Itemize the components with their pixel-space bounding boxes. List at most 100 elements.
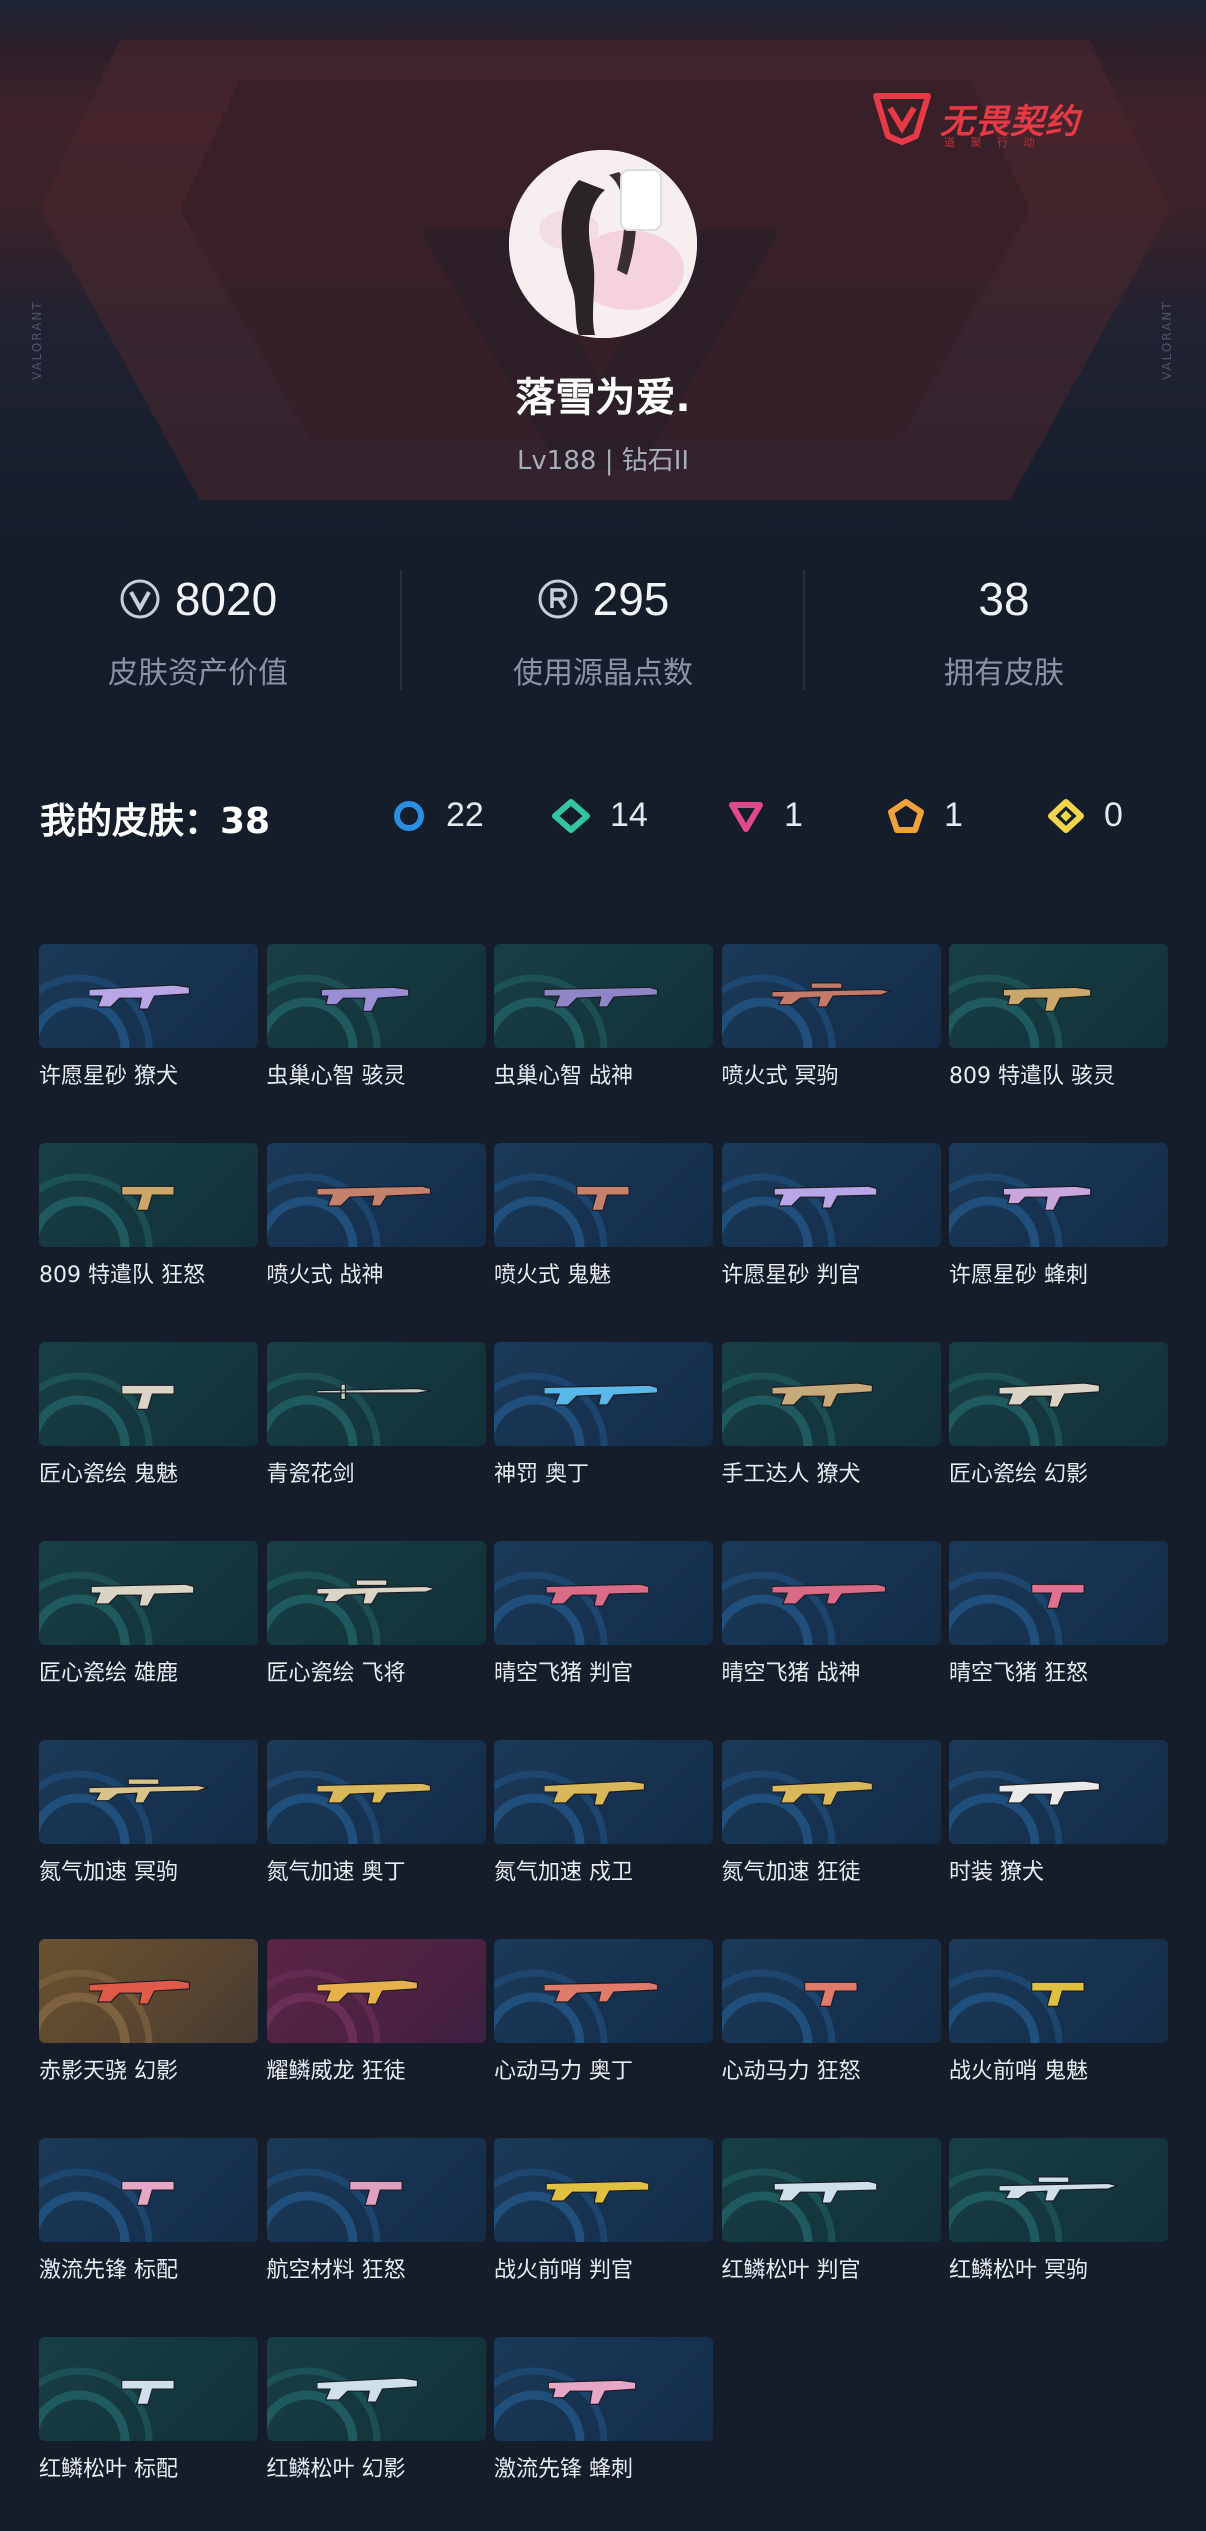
skin-card[interactable]: 许愿星砂 蜂刺	[949, 1143, 1168, 1289]
weapon-rifle-icon	[316, 1979, 418, 2005]
skin-card[interactable]: 喷火式 鬼魅	[494, 1143, 713, 1289]
skin-card[interactable]: 航空材料 狂怒	[266, 2138, 486, 2284]
skin-name: 匠心瓷绘 幻影	[949, 1462, 1088, 1487]
skin-card[interactable]: 战火前哨 鬼魅	[949, 1939, 1168, 2085]
skin-card[interactable]: 神罚 奥丁	[494, 1342, 713, 1488]
skin-card[interactable]: 红鳞松叶 判官	[721, 2138, 941, 2284]
skin-thumbnail	[266, 1740, 486, 1844]
skin-thumbnail	[39, 1939, 258, 2043]
tier-count: 0	[1104, 796, 1123, 834]
skin-card[interactable]: 晴空飞猪 狂怒	[949, 1541, 1168, 1687]
skin-card[interactable]: 许愿星砂 判官	[721, 1143, 941, 1289]
weapon-smg-icon	[1002, 1185, 1092, 1211]
skin-name: 激流先锋 标配	[39, 2258, 178, 2283]
skins-title: 我的皮肤：38	[40, 801, 271, 842]
skin-card[interactable]: 809 特遣队 狂怒	[39, 1143, 258, 1289]
skin-card[interactable]: 喷火式 战神	[266, 1143, 486, 1289]
weapon-rifle-icon	[999, 1382, 1100, 1408]
skin-name: 红鳞松叶 标配	[39, 2457, 178, 2482]
skin-card[interactable]: 809 特遣队 骇灵	[949, 944, 1168, 1090]
skin-card[interactable]: 青瓷花剑	[266, 1342, 486, 1488]
skin-card[interactable]: 激流先锋 蜂刺	[494, 2337, 713, 2483]
tier-exclusive: 1	[888, 796, 963, 835]
skin-name: 氮气加速 奥丁	[266, 1860, 406, 1885]
skin-thumbnail	[721, 2138, 941, 2242]
skin-name: 红鳞松叶 幻影	[266, 2457, 406, 2482]
weapon-smg-icon	[320, 986, 409, 1012]
stat-divider	[400, 570, 402, 690]
skin-card[interactable]: 氮气加速 戍卫	[494, 1740, 713, 1886]
skin-card[interactable]: 喷火式 冥驹	[721, 944, 941, 1090]
skin-name: 赤影天骁 幻影	[39, 2059, 178, 2084]
skin-thumbnail	[949, 1342, 1168, 1446]
weapon-shotgun-icon	[545, 1583, 650, 1607]
skin-card[interactable]: 匠心瓷绘 幻影	[949, 1342, 1168, 1488]
skin-card[interactable]: 虫巢心智 战神	[494, 944, 713, 1090]
skin-name: 神罚 奥丁	[494, 1462, 589, 1487]
skin-thumbnail	[721, 1939, 941, 2043]
skin-card[interactable]: 虫巢心智 骇灵	[266, 944, 486, 1090]
skin-name: 氮气加速 戍卫	[494, 1860, 633, 1885]
stat-owned-skins: 38 拥有皮肤	[814, 568, 1194, 692]
skin-card[interactable]: 氮气加速 冥驹	[39, 1740, 258, 1886]
skin-name: 战火前哨 判官	[494, 2258, 633, 2283]
skin-card[interactable]: 时装 獠犬	[949, 1740, 1168, 1886]
weapon-sniper-icon	[89, 1778, 209, 1804]
skin-thumbnail	[721, 1143, 941, 1247]
skin-name: 红鳞松叶 冥驹	[949, 2258, 1088, 2283]
skin-card[interactable]: 赤影天骁 幻影	[39, 1939, 258, 2085]
skin-card[interactable]: 激流先锋 标配	[39, 2138, 258, 2284]
skin-card[interactable]: 心动马力 狂怒	[721, 1939, 941, 2085]
skin-name: 匠心瓷绘 飞将	[266, 1661, 406, 1686]
weapon-sniper-icon	[771, 982, 892, 1008]
weapon-shotgun-icon	[773, 1185, 877, 1209]
skin-card[interactable]: 手工达人 獠犬	[721, 1342, 941, 1488]
skin-card[interactable]: 氮气加速 狂徒	[721, 1740, 941, 1886]
skin-card[interactable]: 晴空飞猪 战神	[721, 1541, 941, 1687]
skin-card[interactable]: 晴空飞猪 判官	[494, 1541, 713, 1687]
skin-name: 虫巢心智 战神	[494, 1064, 633, 1089]
skin-thumbnail	[494, 2337, 713, 2441]
avatar[interactable]	[509, 150, 697, 338]
skin-card[interactable]: 氮气加速 奥丁	[266, 1740, 486, 1886]
skin-name: 匠心瓷绘 雄鹿	[39, 1661, 178, 1686]
skin-card[interactable]: 红鳞松叶 标配	[39, 2337, 258, 2483]
weapon-rifle-icon	[316, 2377, 418, 2403]
skin-card[interactable]: 匠心瓷绘 雄鹿	[39, 1541, 258, 1687]
avatar-image	[509, 150, 697, 338]
skin-card[interactable]: 匠心瓷绘 鬼魅	[39, 1342, 258, 1488]
skin-thumbnail	[949, 1143, 1168, 1247]
skin-name: 许愿星砂 蜂刺	[949, 1263, 1088, 1288]
weapon-pistol-icon	[121, 2379, 175, 2405]
skin-name: 耀鳞威龙 狂徒	[266, 2059, 406, 2084]
skin-card[interactable]: 耀鳞威龙 狂徒	[266, 1939, 486, 2085]
skin-card[interactable]: 红鳞松叶 冥驹	[949, 2138, 1168, 2284]
skins-summary: 我的皮肤：38 22 14 1 1 0	[40, 786, 1170, 846]
skin-name: 青瓷花剑	[266, 1462, 355, 1487]
tier-select: 22	[392, 796, 484, 835]
stat-value: 38	[978, 573, 1030, 625]
skin-thumbnail	[39, 2337, 258, 2441]
weapon-rifle-icon	[544, 1780, 645, 1806]
tier-count: 14	[610, 796, 648, 834]
skin-thumbnail	[721, 1740, 941, 1844]
skin-card[interactable]: 红鳞松叶 幻影	[266, 2337, 486, 2483]
skin-card[interactable]: 许愿星砂 獠犬	[39, 944, 258, 1090]
skin-card[interactable]: 心动马力 奥丁	[494, 1939, 713, 2085]
skin-card[interactable]: 匠心瓷绘 飞将	[266, 1541, 486, 1687]
skin-name: 喷火式 冥驹	[721, 1064, 839, 1089]
skin-thumbnail	[266, 944, 486, 1048]
skin-card[interactable]: 战火前哨 判官	[494, 2138, 713, 2284]
tier-count: 1	[944, 796, 963, 834]
exclusive-tier-icon	[888, 798, 924, 833]
skin-thumbnail	[39, 1740, 258, 1844]
tier-premium: 1	[728, 796, 803, 835]
weapon-shotgun-icon	[545, 2180, 650, 2204]
skin-thumbnail	[494, 1740, 713, 1844]
weapon-rifle-icon	[771, 1780, 873, 1806]
weapon-shotgun-icon	[773, 2180, 877, 2204]
weapon-sniper-icon	[316, 1579, 437, 1605]
skin-thumbnail	[949, 944, 1168, 1048]
skin-thumbnail	[39, 2138, 258, 2242]
profile-header: VALORANT VALORANT 无畏契约 道 聚 行 动 落雪为爱. Lv1…	[0, 0, 1206, 540]
